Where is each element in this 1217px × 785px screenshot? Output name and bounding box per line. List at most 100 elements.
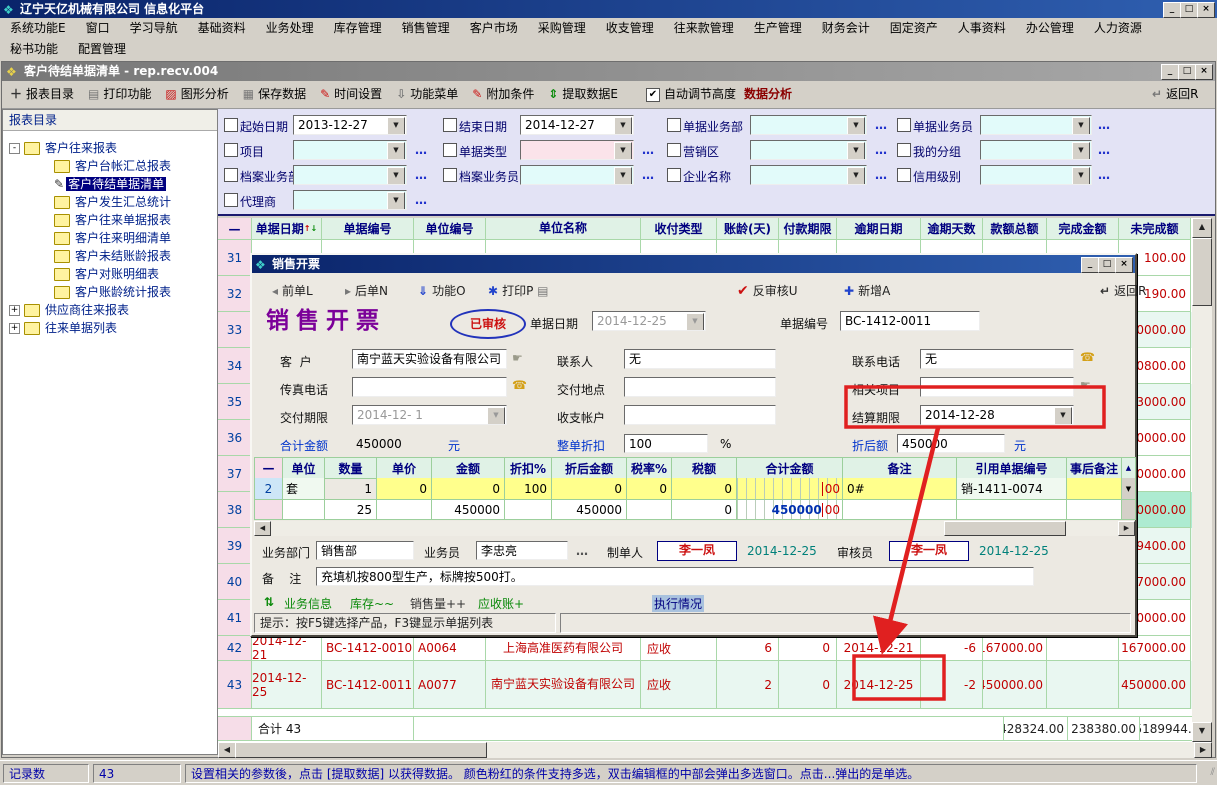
place-field[interactable] — [624, 377, 776, 397]
tree-item[interactable]: 客户发生汇总统计 — [3, 193, 217, 211]
filter-field[interactable]: ▼ — [750, 165, 867, 185]
grid-scroll-down[interactable]: ▼ — [1122, 478, 1136, 500]
toolbar-button[interactable]: ⇕提取数据E — [548, 87, 618, 101]
dropdown-button[interactable]: ▼ — [387, 142, 405, 160]
sales-volume-link[interactable]: 销售量++ — [410, 595, 466, 612]
contact-field[interactable]: 无 — [624, 349, 776, 369]
tree-item[interactable]: 客户未结账龄报表 — [3, 247, 217, 265]
scroll-up-button[interactable]: ▲ — [1192, 218, 1212, 238]
tree-item[interactable]: ✎客户待结单据清单 — [3, 175, 217, 193]
menu-item[interactable]: 采购管理 — [528, 18, 596, 39]
settle-term-field[interactable]: 2014-12-28▼ — [920, 405, 1074, 425]
tree-item[interactable]: -客户往来报表 — [3, 139, 217, 157]
scroll-thumb[interactable] — [1192, 238, 1212, 306]
tree-expand-icon[interactable]: - — [9, 143, 20, 154]
resize-grip[interactable]: ⫽ — [1211, 767, 1215, 778]
unaudit-button[interactable]: ✔反审核U — [737, 282, 798, 300]
project-field[interactable] — [920, 377, 1074, 397]
filter-field[interactable]: ▼ — [520, 140, 634, 160]
scroll-left-button[interactable]: ◀ — [218, 742, 236, 758]
table-row[interactable]: 43 2014-12-25 BC-1412-0011 A0077 南宁蓝天实验设… — [218, 661, 1192, 709]
more-button[interactable]: … — [642, 143, 655, 157]
more-button[interactable]: … — [415, 143, 428, 157]
scroll-thumb[interactable] — [944, 521, 1066, 536]
filter-checkbox[interactable] — [443, 143, 457, 157]
toolbar-button[interactable]: ▨图形分析 — [165, 87, 228, 101]
column-header[interactable]: 单据日期↑↓ — [252, 218, 322, 240]
menu-item[interactable]: 生产管理 — [744, 18, 812, 39]
child-minimize-button[interactable]: _ — [1161, 64, 1179, 80]
scroll-right-button[interactable]: ▶ — [1194, 742, 1212, 758]
toolbar-button[interactable]: ▦保存数据 — [243, 87, 306, 101]
filter-field[interactable]: ▼ — [293, 165, 407, 185]
menu-item[interactable]: 办公管理 — [1016, 18, 1084, 39]
picker-hand-icon[interactable]: ☛ — [1080, 378, 1091, 392]
filter-checkbox[interactable] — [224, 193, 238, 207]
dropdown-button[interactable]: ▼ — [614, 142, 632, 160]
scroll-left-button[interactable]: ◀ — [254, 521, 271, 536]
filter-checkbox[interactable] — [443, 118, 457, 132]
column-header[interactable]: 完成金额 — [1047, 218, 1119, 240]
dropdown-button[interactable]: ▼ — [387, 117, 405, 135]
add-new-button[interactable]: ✚新增A — [844, 282, 890, 300]
menu-item[interactable]: 收支管理 — [596, 18, 664, 39]
more-button[interactable]: … — [875, 168, 888, 182]
table-row[interactable]: 42 2014-12-21 BC-1412-0010 A0064 上海高准医药有… — [218, 636, 1192, 661]
dropdown-button[interactable]: ▼ — [1072, 117, 1090, 135]
salesperson-field[interactable]: 李忠亮 — [476, 541, 568, 560]
column-header[interactable]: 单位编号 — [414, 218, 486, 240]
menu-item[interactable]: 秘书功能 — [0, 39, 68, 60]
maximize-button[interactable]: □ — [1180, 2, 1198, 18]
menu-item[interactable]: 人事资料 — [948, 18, 1016, 39]
menu-item[interactable]: 固定资产 — [880, 18, 948, 39]
filter-field[interactable]: ▼ — [750, 115, 867, 135]
filter-checkbox[interactable] — [224, 118, 238, 132]
menu-item[interactable]: 窗口 — [76, 18, 120, 39]
toolbar-button[interactable]: ✎附加条件 — [472, 87, 534, 101]
toolbar-button[interactable]: ▤打印功能 — [88, 87, 151, 101]
tree-item[interactable]: 客户往来单据报表 — [3, 211, 217, 229]
detail-grid-row[interactable]: 2 套 1 0 0 100 0 0 0 00 0# 销-1411-0074 ▼ — [254, 478, 1136, 500]
scroll-right-button[interactable]: ▶ — [1118, 521, 1135, 536]
dropdown-button[interactable]: ▼ — [387, 167, 405, 185]
more-button[interactable]: … — [1098, 118, 1111, 132]
filter-field[interactable]: ▼ — [520, 165, 634, 185]
scroll-thumb[interactable] — [235, 742, 487, 758]
more-button[interactable]: … — [1098, 143, 1111, 157]
filter-checkbox[interactable] — [224, 168, 238, 182]
filter-field[interactable]: ▼ — [293, 190, 407, 210]
tree-item[interactable]: 客户对账明细表 — [3, 265, 217, 283]
tree-expand-icon[interactable]: + — [9, 305, 20, 316]
menu-item[interactable]: 往来款管理 — [664, 18, 744, 39]
minimize-button[interactable]: _ — [1163, 2, 1181, 18]
more-button[interactable]: … — [576, 544, 589, 558]
menu-item[interactable]: 客户市场 — [460, 18, 528, 39]
column-header[interactable]: 未完成额 — [1119, 218, 1191, 240]
more-button[interactable]: … — [875, 143, 888, 157]
filter-field[interactable]: ▼ — [750, 140, 867, 160]
more-button[interactable]: … — [415, 168, 428, 182]
dept-field[interactable]: 销售部 — [316, 541, 414, 560]
more-button[interactable]: … — [1098, 168, 1111, 182]
more-button[interactable]: … — [642, 168, 655, 182]
column-header[interactable]: 账龄(天) — [717, 218, 779, 240]
autofit-checkbox[interactable]: ✔ — [646, 88, 660, 102]
doc-no-field[interactable]: BC-1412-0011 — [840, 311, 980, 331]
fax-field[interactable] — [352, 377, 507, 397]
filter-checkbox[interactable] — [897, 168, 911, 182]
return-button[interactable]: ↵返回R — [1152, 81, 1198, 107]
dialog-maximize-button[interactable]: □ — [1098, 257, 1116, 273]
tree-item[interactable]: 客户账龄统计报表 — [3, 283, 217, 301]
table-vscrollbar[interactable]: ▲ ▼ — [1192, 218, 1212, 742]
filter-checkbox[interactable] — [443, 168, 457, 182]
more-button[interactable]: … — [415, 193, 428, 207]
picker-hand-icon[interactable]: ☛ — [512, 351, 523, 365]
column-header[interactable]: 款额总额 — [983, 218, 1047, 240]
dropdown-button[interactable]: ▼ — [686, 313, 704, 331]
menu-item[interactable]: 人力资源 — [1084, 18, 1152, 39]
function-button[interactable]: ⇓功能O — [418, 282, 466, 300]
filter-checkbox[interactable] — [667, 118, 681, 132]
execution-status-link[interactable]: 执行情况 — [652, 595, 704, 612]
column-header[interactable]: 单据编号 — [322, 218, 414, 240]
menu-item[interactable]: 配置管理 — [68, 39, 136, 60]
